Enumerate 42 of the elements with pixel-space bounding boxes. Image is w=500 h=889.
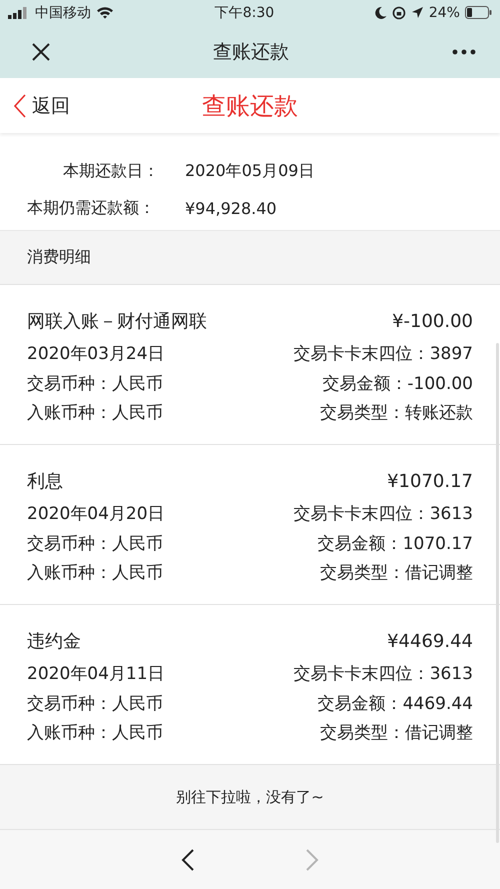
field-value: ¥94,928.40 — [185, 199, 277, 218]
transaction-amount: 交易金额：-100.00 — [322, 372, 473, 395]
more-icon[interactable] — [452, 48, 476, 54]
page-title: 查账还款 — [202, 92, 298, 120]
moon-icon — [374, 6, 387, 19]
carrier-name: 中国移动 — [35, 4, 91, 22]
transaction-date: 2020年04月11日 — [27, 663, 165, 686]
posting-currency: 入账币种：人民币 — [27, 562, 163, 584]
rotation-lock-icon — [392, 6, 406, 20]
transaction-type: 交易类型：借记调整 — [320, 722, 473, 744]
transaction-type: 交易类型：借记调整 — [320, 562, 473, 584]
transaction-date: 2020年03月24日 — [27, 343, 165, 366]
field-label: 本期仍需还款额： — [27, 198, 156, 219]
transaction-amount: 交易金额：1070.17 — [318, 532, 473, 555]
battery-percent: 24% — [428, 4, 460, 20]
field-value: 2020年05月09日 — [185, 161, 314, 182]
wifi-icon — [96, 6, 114, 19]
card-number: 交易卡卡末四位：3613 — [294, 503, 473, 526]
posting-currency: 入账币种：人民币 — [27, 722, 163, 744]
window-title: 查账还款 — [213, 40, 289, 64]
card-number: 交易卡卡末四位：3613 — [294, 663, 473, 686]
merchant-name: 违约金 — [27, 630, 81, 653]
close-icon[interactable] — [32, 42, 50, 60]
battery-icon — [464, 6, 492, 19]
card-number: 交易卡卡末四位：3897 — [294, 343, 473, 366]
field-label: 本期还款日： — [63, 161, 160, 182]
amount: ¥-100.00 — [392, 310, 473, 332]
location-icon — [410, 6, 424, 19]
chevron-left-icon[interactable] — [180, 848, 196, 872]
amount: ¥1070.17 — [387, 470, 473, 492]
merchant-name: 利息 — [27, 470, 63, 493]
status-time: 下午8:30 — [214, 4, 274, 22]
posting-currency: 入账币种：人民币 — [27, 402, 163, 424]
currency-label: 交易币种：人民币 — [27, 372, 163, 395]
amount: ¥4469.44 — [387, 630, 473, 652]
transaction-amount: 交易金额：4469.44 — [318, 692, 473, 715]
transaction-type: 交易类型：转账还款 — [320, 402, 473, 424]
transaction-date: 2020年04月20日 — [27, 503, 165, 526]
back-link[interactable]: 返回 — [14, 92, 70, 118]
merchant-name: 网联入账－财付通网联 — [27, 310, 207, 333]
currency-label: 交易币种：人民币 — [27, 532, 163, 555]
currency-label: 交易币种：人民币 — [27, 692, 163, 715]
